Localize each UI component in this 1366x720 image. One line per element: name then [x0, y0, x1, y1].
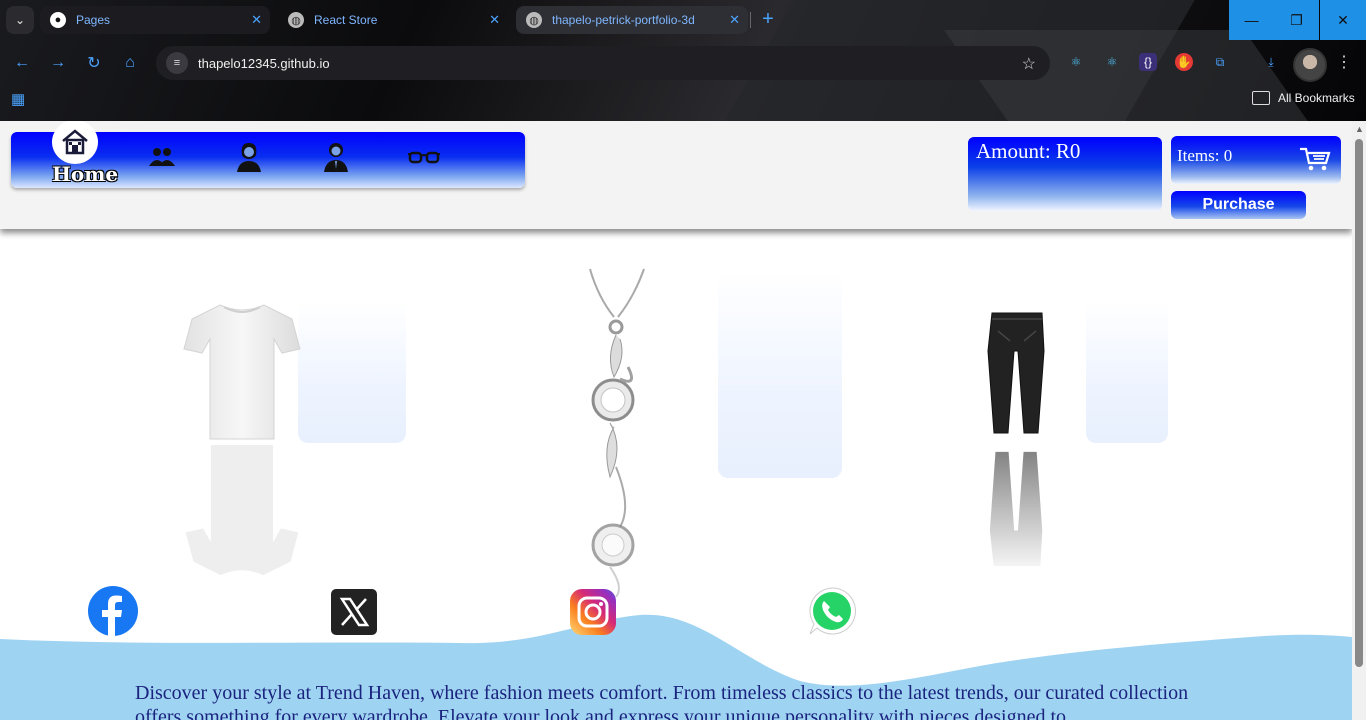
whatsapp-link[interactable] [807, 586, 857, 636]
restore-button[interactable]: ❐ [1274, 0, 1319, 40]
category-navbar: Home [11, 121, 525, 188]
man-icon [324, 143, 348, 172]
apps-grid-icon[interactable]: ▦ [11, 92, 27, 108]
scrollbar-thumb[interactable] [1355, 139, 1363, 667]
download-icon[interactable]: ⤓ [1262, 53, 1280, 71]
tshirt-reflection [185, 444, 299, 576]
black-jeans-image[interactable] [986, 311, 1048, 437]
forward-icon[interactable]: → [47, 52, 69, 74]
woman-icon [237, 143, 261, 172]
jeans-reflection [989, 451, 1043, 567]
minimize-button[interactable]: — [1229, 0, 1274, 40]
product-card-background [298, 301, 406, 443]
url-text: thapelo12345.github.io [198, 55, 330, 71]
reload-icon[interactable]: ↻ [83, 52, 105, 74]
instagram-link[interactable] [568, 587, 618, 637]
tab-title: React Store [314, 13, 378, 27]
cart-items-display[interactable]: Items: 0 [1171, 136, 1341, 184]
nav-home-label[interactable]: Home [52, 162, 118, 186]
whatsapp-icon [809, 587, 856, 635]
extension-adblock-icon[interactable]: ✋ [1175, 53, 1193, 71]
home-icon [62, 129, 88, 155]
group-icon [149, 148, 175, 166]
nav-home[interactable] [52, 121, 98, 164]
nav-men[interactable] [319, 140, 353, 174]
new-tab-button[interactable]: + [758, 8, 778, 32]
nav-women[interactable] [232, 140, 266, 174]
amount-label: Amount: R0 [976, 139, 1081, 163]
extension-react-icon[interactable]: ⚛ [1067, 53, 1085, 71]
github-icon: ● [50, 12, 66, 28]
globe-icon: ◍ [526, 12, 542, 28]
glasses-icon [408, 151, 440, 164]
browser-tab-portfolio[interactable]: ◍ thapelo-petrick-portfolio-3d ✕ [516, 6, 748, 34]
browser-tab-pages[interactable]: ● Pages ✕ [40, 6, 270, 34]
scroll-up-icon[interactable]: ▲ [1355, 124, 1364, 134]
purchase-button[interactable]: Purchase [1171, 191, 1306, 219]
store-description: Discover your style at Trend Haven, wher… [135, 682, 1189, 720]
bookmark-star-icon[interactable]: ☆ [1022, 54, 1036, 74]
site-info-icon[interactable]: ≡ [166, 52, 188, 74]
nav-accessories[interactable] [407, 140, 441, 174]
page-content: Home Amount: R0 Items: 0 Purchase Discov… [0, 121, 1352, 720]
x-icon [331, 589, 377, 635]
close-icon[interactable]: ✕ [729, 12, 740, 28]
home-browser-icon[interactable]: ⌂ [119, 52, 141, 74]
header: Home Amount: R0 Items: 0 Purchase [0, 121, 1352, 229]
browser-chrome: ⌄ ● Pages ✕ ◍ React Store ✕ ◍ thapelo-pe… [0, 0, 1366, 121]
product-card-background [718, 271, 842, 478]
nav-group[interactable] [145, 140, 179, 174]
bookmarks-label: All Bookmarks [1278, 91, 1355, 105]
facebook-icon [88, 586, 138, 636]
tab-title: thapelo-petrick-portfolio-3d [552, 13, 695, 27]
amount-display: Amount: R0 [968, 137, 1162, 211]
product-card-background [1086, 301, 1168, 443]
close-window-button[interactable]: ✕ [1320, 0, 1366, 40]
all-bookmarks-button[interactable]: All Bookmarks [1252, 91, 1355, 105]
x-link[interactable] [329, 587, 379, 637]
folder-icon [1252, 91, 1270, 105]
profile-avatar[interactable] [1293, 48, 1327, 82]
cart-icon [1300, 147, 1331, 171]
back-icon[interactable]: ← [11, 52, 33, 74]
close-icon[interactable]: ✕ [251, 12, 262, 28]
extensions-puzzle-icon[interactable]: ⧉ [1211, 53, 1229, 71]
tab-search-button[interactable]: ⌄ [6, 6, 34, 34]
browser-tab-react-store[interactable]: ◍ React Store ✕ [278, 6, 508, 34]
extension-react-devtools-icon[interactable]: ⚛ [1103, 53, 1121, 71]
address-bar[interactable]: ≡ thapelo12345.github.io ☆ [156, 46, 1050, 80]
extension-json-icon[interactable]: {} [1139, 53, 1157, 71]
instagram-icon [570, 589, 616, 635]
tab-title: Pages [76, 13, 111, 27]
items-label: Items: 0 [1177, 146, 1233, 165]
silver-necklace-image[interactable] [580, 267, 652, 597]
page-scrollbar[interactable]: ▲ [1352, 121, 1366, 720]
close-icon[interactable]: ✕ [489, 12, 500, 28]
facebook-link[interactable] [88, 586, 138, 636]
more-menu-icon[interactable]: ⋮ [1336, 52, 1352, 72]
globe-icon: ◍ [288, 12, 304, 28]
white-tshirt-image[interactable] [182, 299, 302, 441]
